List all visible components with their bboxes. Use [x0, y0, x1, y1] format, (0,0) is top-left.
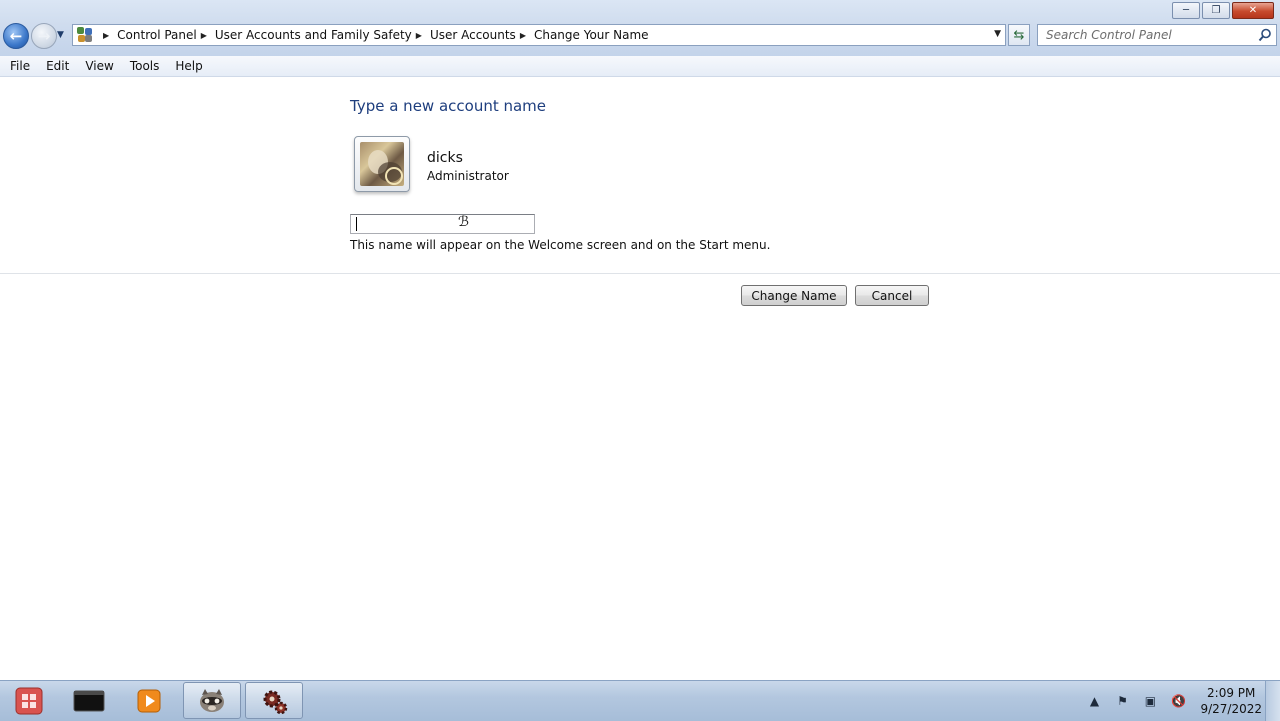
- user-picture: [360, 142, 404, 186]
- clock[interactable]: 2:09 PM 9/27/2022: [1200, 685, 1262, 717]
- menu-tools[interactable]: Tools: [124, 59, 166, 73]
- media-player-icon: [137, 689, 161, 712]
- network-icon[interactable]: ▣: [1142, 693, 1158, 709]
- show-hidden-icons-icon[interactable]: ▲: [1086, 693, 1102, 709]
- history-dropdown-icon[interactable]: ▼: [57, 30, 64, 40]
- menu-view[interactable]: View: [79, 59, 119, 73]
- close-button[interactable]: ✕: [1232, 2, 1274, 19]
- ibeam-cursor-icon: ℬ: [458, 214, 470, 230]
- volume-muted-icon[interactable]: 🔇: [1170, 693, 1186, 709]
- page-title: Type a new account name: [350, 97, 547, 115]
- text-caret: [356, 217, 357, 231]
- search-box[interactable]: [1037, 24, 1277, 46]
- chevron-right-icon[interactable]: ▶: [520, 31, 526, 40]
- forward-button[interactable]: →: [31, 23, 57, 49]
- chevron-right-icon[interactable]: ▶: [103, 31, 109, 40]
- content-pane: Type a new account name dicks Administra…: [0, 77, 1280, 680]
- refresh-icon: ⇆: [1013, 27, 1025, 43]
- caption-buttons: ─ ❐ ✕: [1170, 2, 1274, 19]
- start-orb-icon: [15, 687, 43, 714]
- taskbar-raccoon-app[interactable]: [183, 682, 241, 719]
- new-account-name-input[interactable]: [350, 214, 535, 234]
- breadcrumb-user-accounts[interactable]: User Accounts: [430, 28, 516, 42]
- divider: [0, 273, 1280, 274]
- breadcrumb-control-panel[interactable]: Control Panel: [117, 28, 197, 42]
- terminal-icon: [73, 690, 105, 711]
- cancel-button[interactable]: Cancel: [855, 285, 929, 306]
- arrow-right-icon: →: [37, 27, 51, 45]
- taskbar-gears-app[interactable]: [245, 682, 303, 719]
- gears-app-icon: [263, 690, 288, 714]
- raccoon-app-icon: [200, 688, 224, 712]
- avatar: [354, 136, 410, 192]
- clock-date: 9/27/2022: [1200, 702, 1262, 716]
- taskbar: ▲ ⚑ ▣ 🔇 2:09 PM 9/27/2022: [0, 680, 1280, 721]
- taskbar-terminal[interactable]: [60, 682, 118, 719]
- change-name-button[interactable]: Change Name: [741, 285, 847, 306]
- search-input[interactable]: [1044, 25, 1258, 45]
- breadcrumb-change-your-name[interactable]: Change Your Name: [534, 28, 649, 42]
- refresh-button[interactable]: ⇆: [1008, 24, 1030, 46]
- menu-bar: File Edit View Tools Help: [0, 56, 1280, 77]
- arrow-left-icon: ←: [9, 27, 23, 45]
- breadcrumb-user-accounts-family-safety[interactable]: User Accounts and Family Safety: [215, 28, 412, 42]
- user-name: dicks: [427, 150, 463, 166]
- taskbar-media-player[interactable]: [120, 682, 178, 719]
- show-desktop-button[interactable]: [1265, 681, 1280, 721]
- action-center-flag-icon[interactable]: ⚑: [1114, 693, 1130, 709]
- chevron-right-icon[interactable]: ▶: [201, 31, 207, 40]
- restore-button[interactable]: ❐: [1202, 2, 1230, 19]
- system-tray: ▲ ⚑ ▣ 🔇 2:09 PM 9/27/2022: [1080, 681, 1280, 721]
- address-bar[interactable]: ▶ Control Panel ▶ User Accounts and Fami…: [72, 24, 1006, 46]
- clock-time: 2:09 PM: [1207, 686, 1256, 700]
- chevron-right-icon[interactable]: ▶: [416, 31, 422, 40]
- start-button[interactable]: [0, 682, 58, 719]
- address-dropdown-icon[interactable]: ▼: [994, 29, 1001, 39]
- control-panel-icon: [77, 27, 93, 43]
- menu-edit[interactable]: Edit: [40, 59, 75, 73]
- menu-help[interactable]: Help: [169, 59, 208, 73]
- menu-file[interactable]: File: [4, 59, 36, 73]
- search-icon[interactable]: [1258, 28, 1272, 42]
- window-chrome: ─ ❐ ✕ ← → ▼ ▶ Control Panel ▶ User Accou…: [0, 0, 1280, 57]
- back-button[interactable]: ←: [3, 23, 29, 49]
- minimize-button[interactable]: ─: [1172, 2, 1200, 19]
- name-hint-text: This name will appear on the Welcome scr…: [350, 238, 771, 252]
- user-role: Administrator: [427, 169, 509, 183]
